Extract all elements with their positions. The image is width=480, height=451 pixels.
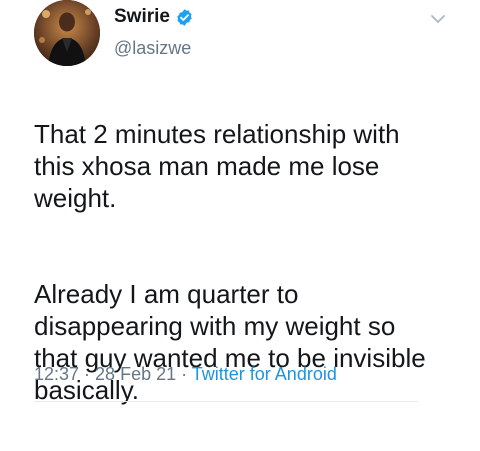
tweet-date[interactable]: 28 Feb 21 [95, 364, 176, 384]
avatar[interactable] [34, 0, 100, 66]
tweet-time[interactable]: 12:37 [34, 364, 79, 384]
tweet-paragraph: That 2 minutes relationship with this xh… [34, 119, 400, 213]
chevron-down-icon[interactable] [430, 12, 446, 24]
meta-separator: · [79, 364, 96, 384]
tweet-card: Swirie @lasizwe That 2 minutes relations… [0, 0, 480, 451]
tweet-meta: 12:37 · 28 Feb 21 · Twitter for Android [34, 362, 337, 386]
divider [34, 401, 418, 402]
meta-separator: · [176, 364, 192, 384]
author-row[interactable]: Swirie [114, 5, 194, 29]
author-handle[interactable]: @lasizwe [114, 37, 191, 59]
tweet-source-link[interactable]: Twitter for Android [192, 364, 337, 384]
verified-badge-icon [175, 8, 194, 27]
tweet-paragraph: Already I am quarter to disappearing wit… [34, 279, 426, 405]
display-name[interactable]: Swirie [114, 5, 170, 29]
